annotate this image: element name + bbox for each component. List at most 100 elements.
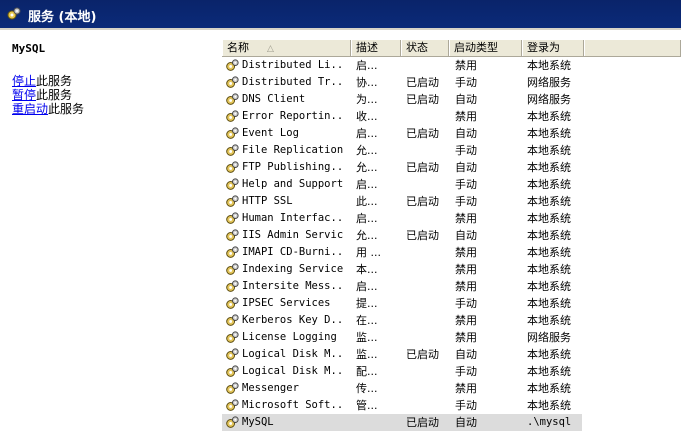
service-name-cell: HTTP SSL bbox=[225, 193, 343, 210]
column-status-label: 状态 bbox=[406, 41, 428, 54]
column-header-status[interactable]: 状态 bbox=[401, 40, 449, 56]
service-name-cell: Microsoft Soft... bbox=[225, 397, 343, 414]
service-description: 启... bbox=[356, 212, 378, 225]
service-status bbox=[406, 57, 452, 74]
service-gear-icon bbox=[226, 161, 239, 173]
service-row[interactable]: IMAPI CD-Burni... 用 ... 禁用 本地系统 bbox=[222, 244, 582, 261]
service-logon-account: 本地系统 bbox=[527, 59, 571, 72]
service-description: 传... bbox=[356, 382, 378, 395]
service-name: MySQL bbox=[242, 416, 274, 428]
service-row[interactable]: IIS Admin Service 允... 已启动 自动 本地系统 bbox=[222, 227, 582, 244]
service-row[interactable]: IPSEC Services 提... 手动 本地系统 bbox=[222, 295, 582, 312]
service-logon-account: 本地系统 bbox=[527, 178, 571, 191]
service-name: Logical Disk M... bbox=[242, 348, 343, 360]
service-row[interactable]: Distributed Li... 启... 禁用 本地系统 bbox=[222, 57, 582, 74]
column-header-description[interactable]: 描述 bbox=[351, 40, 401, 56]
service-status bbox=[406, 380, 452, 397]
column-header-empty bbox=[584, 40, 681, 56]
column-header-name[interactable]: 名称 △ bbox=[222, 40, 351, 56]
service-name: HTTP SSL bbox=[242, 195, 293, 207]
service-actions: 停止此服务 暂停此服务 重启动此服务 bbox=[12, 74, 84, 116]
service-row[interactable]: License Logging 监... 禁用 网络服务 bbox=[222, 329, 582, 346]
service-status bbox=[406, 244, 452, 261]
service-startup-type: 手动 bbox=[455, 195, 477, 208]
service-startup-type: 手动 bbox=[455, 76, 477, 89]
service-row[interactable]: DNS Client 为... 已启动 自动 网络服务 bbox=[222, 91, 582, 108]
sort-ascending-icon: △ bbox=[267, 44, 274, 54]
service-gear-icon bbox=[226, 365, 239, 377]
service-gear-icon bbox=[226, 297, 239, 309]
service-startup-type: 自动 bbox=[455, 348, 477, 361]
restart-service-link[interactable]: 重启动 bbox=[12, 102, 48, 116]
service-row[interactable]: File Replication 允... 手动 本地系统 bbox=[222, 142, 582, 159]
service-name: Kerberos Key D... bbox=[242, 314, 343, 326]
action-suffix: 此服务 bbox=[48, 102, 85, 116]
service-status: 已启动 bbox=[406, 127, 439, 140]
service-logon-account: 本地系统 bbox=[527, 314, 571, 327]
services-list: 名称 △ 描述 状态 启动类型 登录为 Distributed Li... 启...… bbox=[222, 30, 681, 431]
service-name-cell: IMAPI CD-Burni... bbox=[225, 244, 343, 261]
service-logon-account: 本地系统 bbox=[527, 297, 571, 310]
service-status: 已启动 bbox=[406, 161, 439, 174]
service-row[interactable]: FTP Publishing... 允... 已启动 自动 本地系统 bbox=[222, 159, 582, 176]
service-gear-icon bbox=[226, 331, 239, 343]
service-description: 启... bbox=[356, 280, 378, 293]
service-row[interactable]: Error Reportin... 收... 禁用 本地系统 bbox=[222, 108, 582, 125]
column-header-logon[interactable]: 登录为 bbox=[522, 40, 584, 56]
service-startup-type: 禁用 bbox=[455, 263, 477, 276]
action-restart: 重启动此服务 bbox=[12, 102, 84, 116]
service-row[interactable]: Logical Disk M... 配... 手动 本地系统 bbox=[222, 363, 582, 380]
service-row[interactable]: Microsoft Soft... 管... 手动 本地系统 bbox=[222, 397, 582, 414]
service-row[interactable]: Messenger 传... 禁用 本地系统 bbox=[222, 380, 582, 397]
service-row[interactable]: MySQL 已启动 自动 .\mysql bbox=[222, 414, 582, 431]
service-status bbox=[406, 142, 452, 159]
service-row[interactable]: Indexing Service 本... 禁用 本地系统 bbox=[222, 261, 582, 278]
service-description: 监... bbox=[356, 331, 378, 344]
service-description: 用 ... bbox=[356, 246, 381, 259]
service-startup-type: 禁用 bbox=[455, 382, 477, 395]
service-row[interactable]: Event Log 启... 已启动 自动 本地系统 bbox=[222, 125, 582, 142]
service-description: 启... bbox=[356, 127, 378, 140]
service-row[interactable]: Help and Support 启... 手动 本地系统 bbox=[222, 176, 582, 193]
service-gear-icon bbox=[226, 195, 239, 207]
service-name: Messenger bbox=[242, 382, 299, 394]
service-gear-icon bbox=[226, 416, 239, 428]
service-logon-account: 本地系统 bbox=[527, 144, 571, 157]
service-description: 允... bbox=[356, 229, 378, 242]
service-gear-icon bbox=[226, 348, 239, 360]
stop-service-link[interactable]: 停止 bbox=[12, 74, 36, 88]
service-logon-account: 本地系统 bbox=[527, 161, 571, 174]
service-status: 已启动 bbox=[406, 76, 439, 89]
service-status: 已启动 bbox=[406, 229, 439, 242]
service-description: 此... bbox=[356, 195, 378, 208]
service-startup-type: 手动 bbox=[455, 178, 477, 191]
service-name: IMAPI CD-Burni... bbox=[242, 246, 343, 258]
service-description: 协... bbox=[356, 76, 378, 89]
service-name: IIS Admin Service bbox=[242, 229, 343, 241]
service-row[interactable]: Human Interfac... 启... 禁用 本地系统 bbox=[222, 210, 582, 227]
column-startup-label: 启动类型 bbox=[454, 41, 498, 54]
service-name-cell: Help and Support bbox=[225, 176, 343, 193]
column-header-startup-type[interactable]: 启动类型 bbox=[449, 40, 522, 56]
service-gear-icon bbox=[226, 314, 239, 326]
service-description: 启... bbox=[356, 59, 378, 72]
service-name-cell: Logical Disk M... bbox=[225, 346, 343, 363]
service-status: 已启动 bbox=[406, 93, 439, 106]
service-description: 允... bbox=[356, 144, 378, 157]
service-status bbox=[406, 295, 452, 312]
service-startup-type: 禁用 bbox=[455, 212, 477, 225]
service-row[interactable]: HTTP SSL 此... 已启动 手动 本地系统 bbox=[222, 193, 582, 210]
service-name: IPSEC Services bbox=[242, 297, 331, 309]
service-startup-type: 手动 bbox=[455, 144, 477, 157]
column-logon-label: 登录为 bbox=[527, 41, 560, 54]
service-logon-account: 本地系统 bbox=[527, 348, 571, 361]
service-row[interactable]: Distributed Tr... 协... 已启动 手动 网络服务 bbox=[222, 74, 582, 91]
service-startup-type: 手动 bbox=[455, 297, 477, 310]
service-logon-account: 本地系统 bbox=[527, 246, 571, 259]
service-logon-account: 本地系统 bbox=[527, 365, 571, 378]
service-row[interactable]: Kerberos Key D... 在... 禁用 本地系统 bbox=[222, 312, 582, 329]
service-row[interactable]: Intersite Mess... 启... 禁用 本地系统 bbox=[222, 278, 582, 295]
service-row[interactable]: Logical Disk M... 监... 已启动 自动 本地系统 bbox=[222, 346, 582, 363]
service-name-cell: Distributed Tr... bbox=[225, 74, 343, 91]
pause-service-link[interactable]: 暂停 bbox=[12, 88, 36, 102]
